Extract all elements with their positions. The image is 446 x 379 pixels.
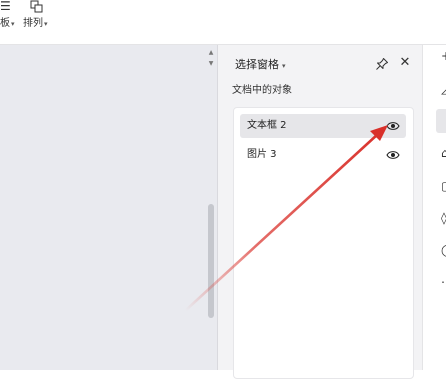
annotation-arrow bbox=[184, 125, 388, 312]
arrow-shaft bbox=[184, 132, 380, 312]
